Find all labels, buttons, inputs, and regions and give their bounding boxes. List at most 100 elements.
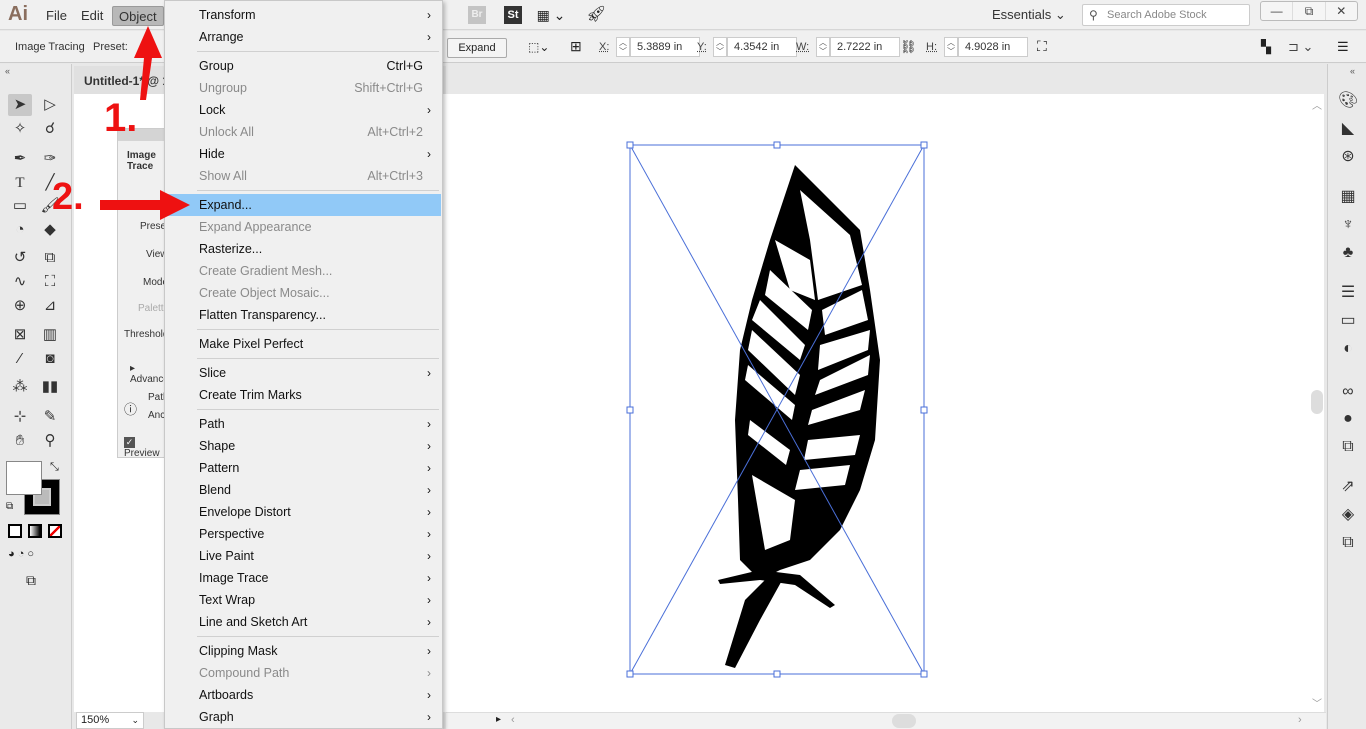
gradient-panel-icon[interactable]: ▭ — [1338, 311, 1358, 331]
mesh-tool-icon[interactable]: ⊠ — [8, 324, 32, 346]
align-to-icon[interactable]: ⬚⌄ — [528, 40, 549, 54]
scroll-up-icon[interactable]: ︿ — [1312, 97, 1322, 112]
swap-fill-stroke-icon[interactable]: ⤡ — [50, 461, 59, 474]
warp-tool-icon[interactable]: ∿ — [8, 271, 32, 293]
export-icon[interactable]: ⇗ — [1338, 477, 1358, 497]
y-stepper[interactable]: ︿ ﹀ — [713, 37, 727, 57]
hand-tool-icon[interactable]: ✋︎ — [8, 430, 32, 452]
restore-button[interactable]: ⧉ — [1293, 2, 1326, 20]
menu-item-envelope-distort[interactable]: Envelope Distort › — [166, 501, 441, 523]
symbol-sprayer-tool-icon[interactable]: ⁂ — [8, 376, 32, 398]
menu-item-live-paint[interactable]: Live Paint › — [166, 545, 441, 567]
h-stepper[interactable]: ︿ ﹀ — [944, 37, 958, 57]
expand-button[interactable]: Expand — [447, 38, 507, 58]
next-artboard-icon[interactable]: ▸ — [496, 714, 501, 725]
gradient-tool-icon[interactable]: ▥ — [38, 324, 62, 346]
free-transform-tool-icon[interactable]: ⛶ — [38, 271, 62, 293]
menu-item-path[interactable]: Path › — [166, 413, 441, 435]
symbols-icon[interactable]: ♣ — [1338, 243, 1358, 263]
recolor-icon[interactable]: ⊛ — [1338, 147, 1358, 167]
brushes-icon[interactable]: ♆ — [1338, 215, 1358, 235]
scroll-left-icon[interactable]: ‹ — [511, 714, 515, 726]
gradient-mode-icon[interactable] — [28, 524, 42, 538]
zoom-tool-icon[interactable]: ⚲ — [38, 430, 62, 452]
graphic-styles-icon[interactable]: ⧉ — [1338, 437, 1358, 457]
menu-item-flatten-transparency[interactable]: Flatten Transparency... — [166, 304, 441, 326]
perspective-grid-tool-icon[interactable]: ⊿ — [38, 295, 62, 317]
menu-item-perspective[interactable]: Perspective › — [166, 523, 441, 545]
artboard-tool-icon[interactable]: ⊹ — [8, 406, 32, 428]
reference-point-icon[interactable]: ⊞ — [570, 38, 582, 55]
chevron-right-icon: › — [427, 593, 431, 607]
menu-separator — [197, 409, 439, 410]
none-mode-icon[interactable] — [48, 524, 62, 538]
cc-libraries-icon[interactable]: ∞ — [1338, 382, 1358, 402]
swatches-icon[interactable]: ▦ — [1338, 187, 1358, 207]
workspace-layout-icon[interactable]: ▦ ⌄ — [536, 6, 566, 24]
zoom-level-field[interactable]: 150% ⌄ — [76, 712, 144, 729]
color-palette-icon[interactable]: 🎨︎ — [1338, 91, 1358, 111]
menu-item-line-and-sketch-art[interactable]: Line and Sketch Art › — [166, 611, 441, 633]
close-button[interactable]: ✕ — [1326, 2, 1357, 20]
stroke-panel-icon[interactable]: ☰ — [1338, 283, 1358, 303]
fill-swatch[interactable] — [6, 461, 42, 495]
scroll-right-icon[interactable]: › — [1298, 714, 1302, 726]
menu-item-label: Live Paint — [199, 549, 254, 563]
h-field[interactable]: 4.9028 in — [958, 37, 1028, 57]
eyedropper-tool-icon[interactable]: ⁄ — [8, 348, 32, 370]
vertical-scrollbar-thumb[interactable] — [1311, 390, 1323, 414]
transparency-icon[interactable]: ◐ — [1338, 339, 1358, 359]
scale-tool-icon[interactable]: ⧉ — [38, 247, 62, 269]
slice-tool-icon[interactable]: ✎ — [38, 406, 62, 428]
menu-item-make-pixel-perfect[interactable]: Make Pixel Perfect — [166, 333, 441, 355]
artboards-panel-icon[interactable]: ⧉ — [1338, 533, 1358, 553]
appearance-icon[interactable]: ● — [1338, 409, 1358, 429]
preview-checkbox[interactable]: ✓ Preview — [124, 437, 166, 457]
rotate-tool-icon[interactable]: ↺ — [8, 247, 32, 269]
minimize-button[interactable]: — — [1261, 2, 1294, 20]
menu-item-clipping-mask[interactable]: Clipping Mask › — [166, 640, 441, 662]
menu-item-slice[interactable]: Slice › — [166, 362, 441, 384]
menu-item-shape[interactable]: Shape › — [166, 435, 441, 457]
panel-menu-icon[interactable]: ☰ — [1337, 39, 1349, 55]
color-mode-icon[interactable] — [8, 524, 22, 538]
horizontal-scrollbar[interactable]: ▸ ‹ › — [446, 712, 1326, 729]
bridge-icon[interactable]: Br — [468, 6, 486, 24]
menu-item-text-wrap[interactable]: Text Wrap › — [166, 589, 441, 611]
screen-mode-icon[interactable]: ⧉ — [26, 572, 36, 589]
menu-item-create-object-mosaic[interactable]: Create Object Mosaic... — [166, 282, 441, 304]
x-stepper[interactable]: ︿ ﹀ — [616, 37, 630, 57]
stock-icon[interactable]: St — [504, 6, 522, 24]
menu-item-create-trim-marks[interactable]: Create Trim Marks — [166, 384, 441, 406]
search-stock-input[interactable]: ⚲ Search Adobe Stock — [1082, 4, 1250, 26]
menu-item-rasterize[interactable]: Rasterize... — [166, 238, 441, 260]
gpu-rocket-icon[interactable]: 🚀︎ — [586, 6, 606, 24]
scroll-down-icon[interactable]: ﹀ — [1312, 695, 1322, 710]
horizontal-scrollbar-thumb[interactable] — [892, 714, 916, 728]
menu-item-compound-path[interactable]: Compound Path › — [166, 662, 441, 684]
layers-icon[interactable]: ◈ — [1338, 505, 1358, 525]
isolate-icon[interactable]: ▚ — [1261, 39, 1271, 55]
arrange-docs-icon[interactable]: ⊐ ⌄ — [1288, 39, 1313, 55]
shape-builder-tool-icon[interactable]: ⊕ — [8, 295, 32, 317]
constrain-proportions-icon[interactable]: ⛓ — [900, 39, 917, 55]
menu-item-artboards[interactable]: Artboards › — [166, 684, 441, 706]
y-field[interactable]: 4.3542 in — [727, 37, 797, 57]
menu-item-graph[interactable]: Graph › — [166, 706, 441, 728]
column-graph-tool-icon[interactable]: ▮▮ — [38, 376, 62, 398]
default-fill-stroke-icon[interactable]: ⧉ — [6, 501, 13, 512]
menu-item-create-gradient-mesh[interactable]: Create Gradient Mesh... — [166, 260, 441, 282]
color-guide-icon[interactable]: ◣ — [1338, 119, 1358, 139]
transform-icon[interactable]: ⛶ — [1037, 38, 1047, 55]
menu-item-blend[interactable]: Blend › — [166, 479, 441, 501]
advanced-toggle[interactable]: ▸ Advanced — [130, 363, 166, 385]
x-field[interactable]: 5.3889 in — [630, 37, 700, 57]
draw-normal-icon[interactable]: ◕ ◔ ○ — [8, 548, 34, 560]
blend-tool-icon[interactable]: ◙ — [38, 348, 62, 370]
workspace-switcher[interactable]: Essentials ⌄ — [992, 7, 1066, 23]
menu-item-image-trace[interactable]: Image Trace › — [166, 567, 441, 589]
expand-panels-icon[interactable]: « — [1350, 66, 1355, 76]
w-stepper[interactable]: ︿ ﹀ — [816, 37, 830, 57]
menu-item-pattern[interactable]: Pattern › — [166, 457, 441, 479]
w-field[interactable]: 2.7222 in — [830, 37, 900, 57]
